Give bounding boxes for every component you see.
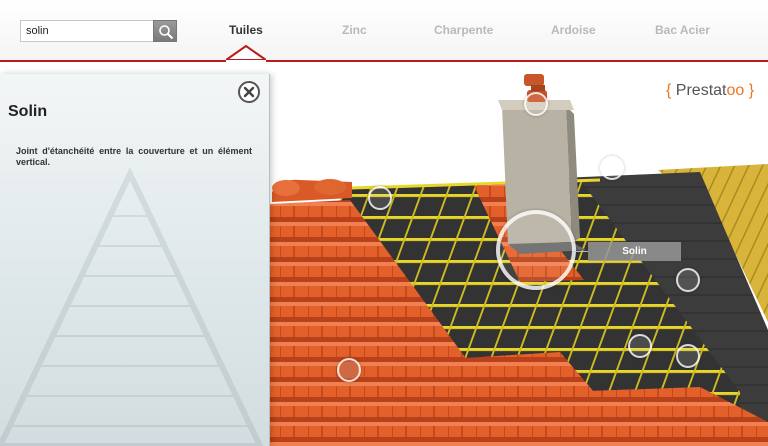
- brand-name-main: Prestat: [675, 82, 727, 99]
- panel-title: Solin: [8, 103, 48, 120]
- search-button[interactable]: [153, 20, 177, 42]
- active-tab-indicator: [226, 45, 266, 62]
- info-panel: Solin Joint d'étanchéité entre la couver…: [0, 74, 270, 446]
- brand-name-accent: oo: [726, 82, 745, 99]
- search-input[interactable]: [20, 20, 154, 42]
- top-nav-bar: Tuiles Zinc Charpente Ardoise Bac Acier: [0, 0, 768, 62]
- hotspot-label-solin[interactable]: Solin: [588, 242, 681, 261]
- tab-zinc[interactable]: Zinc: [342, 23, 367, 37]
- hotspot-ridge[interactable]: [368, 186, 392, 210]
- label-connector: [572, 251, 588, 252]
- brand-brace-close: }: [748, 82, 755, 99]
- brand-logo: { Prestatoo }: [666, 82, 754, 100]
- hotspot-solin[interactable]: [496, 210, 576, 290]
- tab-tuiles[interactable]: Tuiles: [229, 23, 263, 37]
- tab-charpente[interactable]: Charpente: [434, 23, 493, 37]
- hotspot-membrane[interactable]: [600, 156, 624, 180]
- hotspot-chimney-pot[interactable]: [524, 92, 548, 116]
- panel-description: Joint d'étanchéité entre la couverture e…: [16, 146, 252, 167]
- close-panel-button[interactable]: [238, 81, 260, 103]
- hotspot-vent[interactable]: [337, 358, 361, 382]
- magnifier-icon: [159, 25, 174, 40]
- tab-ardoise[interactable]: Ardoise: [551, 23, 596, 37]
- hotspot-underlay[interactable]: [676, 344, 700, 368]
- brand-brace-open: {: [666, 82, 672, 99]
- close-icon: [243, 86, 255, 98]
- hotspot-planks[interactable]: [676, 268, 700, 292]
- roof-watermark: [0, 167, 264, 446]
- hotspot-battens[interactable]: [628, 334, 652, 358]
- tab-bac-acier[interactable]: Bac Acier: [655, 23, 710, 37]
